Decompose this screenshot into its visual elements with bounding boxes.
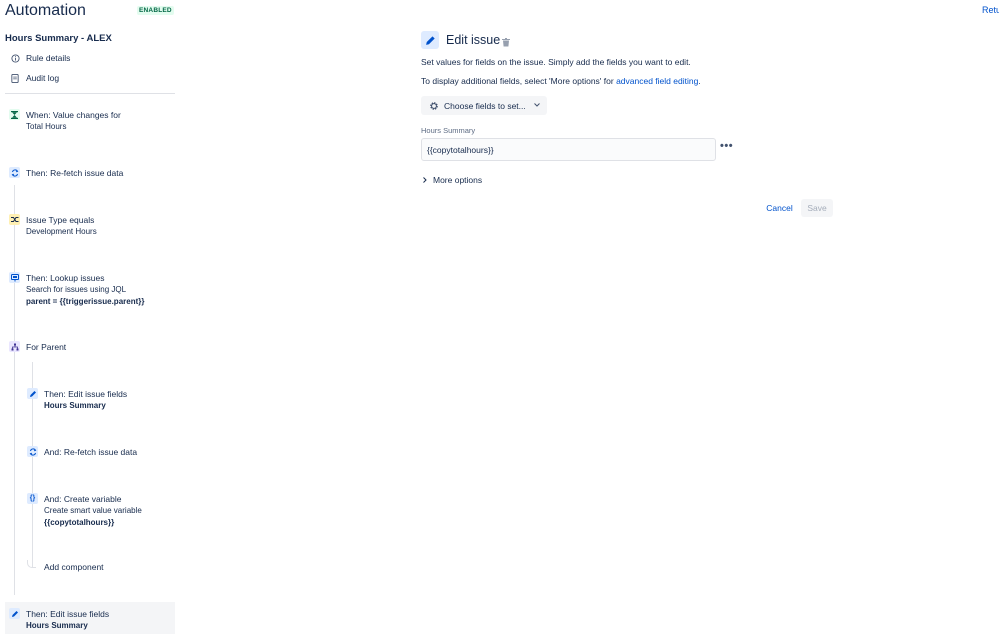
more-options-toggle[interactable]: More options (423, 175, 482, 185)
component-lookup[interactable]: Then: Lookup issues Search for issues us… (9, 272, 145, 308)
add-component-label: Add component (44, 562, 104, 572)
editor-description: Set values for fields on the issue. Simp… (421, 57, 691, 67)
lookup-icon (9, 272, 20, 283)
component-subtitle: Search for issues using JQL (26, 285, 127, 294)
component-edit-issue-selected[interactable]: Then: Edit issue fields Hours Summary (9, 608, 110, 632)
component-subtitle: Create smart value variable (44, 506, 142, 515)
component-title: Issue Type equals (26, 215, 95, 225)
component-subtitle: Hours Summary (26, 621, 88, 630)
component-subtitle: Total Hours (26, 122, 67, 131)
more-actions-icon[interactable]: ••• (720, 140, 733, 152)
choose-fields-button[interactable]: Choose fields to set... (421, 96, 547, 115)
desc-text: To display additional fields, select 'Mo… (421, 76, 617, 86)
more-options-label: More options (433, 175, 483, 185)
add-component-connector (27, 560, 36, 568)
component-jql: parent = {{triggerissue.parent}} (26, 297, 145, 306)
info-icon (10, 53, 20, 63)
component-title: Then: Lookup issues (26, 273, 105, 283)
component-title: Then: Edit issue fields (44, 389, 128, 399)
refresh-icon (27, 446, 38, 457)
edit-icon (9, 608, 20, 619)
nav-audit-log-label: Audit log (26, 73, 60, 83)
trash-icon[interactable] (502, 36, 510, 47)
component-condition[interactable]: Issue Type equals Development Hours (9, 214, 97, 238)
edit-icon (27, 388, 38, 399)
condition-icon (9, 214, 20, 225)
component-title: Then: Re-fetch issue data (26, 168, 124, 178)
return-link[interactable]: Retu (982, 5, 999, 15)
divider (5, 93, 175, 94)
chevron-right-icon (423, 176, 427, 185)
editor-title: Edit issue (446, 33, 501, 47)
nav-audit-log[interactable]: Audit log (10, 73, 59, 83)
component-subtitle: Development Hours (26, 227, 97, 236)
chevron-down-icon (533, 102, 540, 109)
component-title: And: Create variable (44, 494, 122, 504)
branch-icon (9, 341, 20, 352)
component-title: When: Value changes for (26, 110, 121, 120)
variable-icon: {} (27, 493, 38, 504)
advanced-field-editing-link[interactable]: advanced field editing (616, 76, 698, 86)
cancel-button[interactable]: Cancel (762, 199, 797, 217)
editor-description-advanced: To display additional fields, select 'Mo… (421, 76, 701, 86)
trigger-icon (9, 109, 20, 120)
hours-summary-input[interactable] (421, 138, 716, 161)
status-badge: ENABLED (137, 6, 174, 15)
component-title: And: Re-fetch issue data (44, 447, 138, 457)
document-icon (10, 73, 20, 83)
component-create-variable[interactable]: {} And: Create variable Create smart val… (27, 493, 142, 529)
refresh-icon (9, 167, 20, 178)
field-label: Hours Summary (421, 126, 476, 135)
edit-icon (421, 31, 439, 49)
component-branch[interactable]: For Parent (9, 341, 67, 353)
component-title: For Parent (26, 342, 67, 352)
nav-rule-details-label: Rule details (26, 53, 71, 63)
component-refetch[interactable]: Then: Re-fetch issue data (9, 167, 124, 179)
desc-suffix: . (698, 76, 701, 86)
save-button[interactable]: Save (801, 199, 833, 217)
component-variable-name: {{copytotalhours}} (44, 518, 115, 527)
choose-fields-label: Choose fields to set... (444, 100, 526, 111)
component-title: Then: Edit issue fields (26, 609, 110, 619)
component-trigger[interactable]: When: Value changes for Total Hours (9, 109, 121, 133)
component-refetch-inner[interactable]: And: Re-fetch issue data (27, 446, 138, 458)
component-subtitle: Hours Summary (44, 401, 106, 410)
nav-rule-details[interactable]: Rule details (10, 53, 70, 63)
rule-name: Hours Summary - ALEX (5, 33, 112, 44)
add-component-button[interactable]: Add component (44, 561, 104, 573)
page-title: Automation (5, 2, 86, 19)
rule-connector-line (14, 185, 15, 595)
gear-icon (429, 101, 439, 111)
component-edit-issue-inner[interactable]: Then: Edit issue fields Hours Summary (27, 388, 128, 412)
